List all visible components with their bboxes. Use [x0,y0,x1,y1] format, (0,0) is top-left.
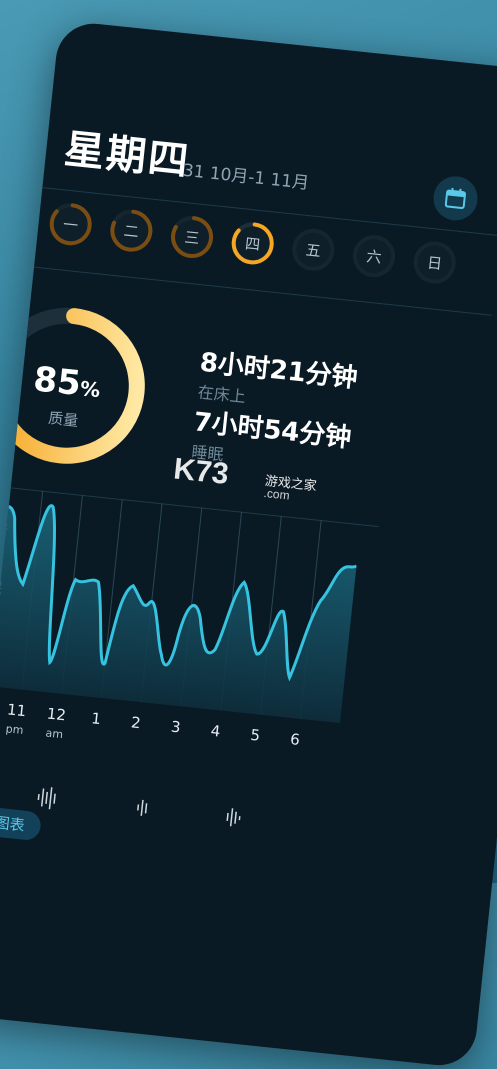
graph-x-axis: 11pm12am123456 [60,20,497,74]
quality-unit: % [79,376,101,402]
calendar-button[interactable] [431,174,479,222]
x-tick-label: 3 [160,716,192,737]
day-5[interactable]: 六 [350,232,398,280]
day-6[interactable]: 日 [411,238,459,286]
x-tick-label: 4 [200,721,232,742]
x-tick-label: 11 [1,700,33,721]
quality-ring: 85% 质量 [0,294,172,481]
day-label: 六 [350,232,398,280]
quality-value: 85 [32,359,83,404]
day-label: 一 [47,200,95,248]
day-label: 二 [107,206,155,254]
day-3[interactable]: 四 [229,219,277,267]
day-label: 五 [289,226,337,274]
x-tick-label: 6 [279,729,311,750]
day-4[interactable]: 五 [289,226,337,274]
date-range: 31 10月-1 11月 [182,156,311,194]
x-tick-label: 2 [120,712,152,733]
snore-waveform [0,774,319,841]
x-tick-label: 5 [239,725,271,746]
calendar-icon [443,186,467,210]
day-label: 三 [168,213,216,261]
day-0[interactable]: 一 [47,200,95,248]
day-label: 日 [411,238,459,286]
x-tick-sublabel: pm [0,722,30,738]
page-title: 星期四 [62,116,193,187]
day-1[interactable]: 二 [107,206,155,254]
watermark-domain: .com [263,486,290,503]
day-2[interactable]: 三 [168,213,216,261]
sleep-graph [0,487,361,724]
x-tick-label: 1 [80,708,112,729]
x-tick-label: 12 [41,704,73,725]
x-tick-sublabel: am [39,726,70,742]
day-label: 四 [229,219,277,267]
watermark-brand: K73 [172,452,230,492]
phone-screen: 星期四 31 10月-1 11月 一二三四五六日 85% 质量 8小时21分钟 … [0,20,497,1069]
